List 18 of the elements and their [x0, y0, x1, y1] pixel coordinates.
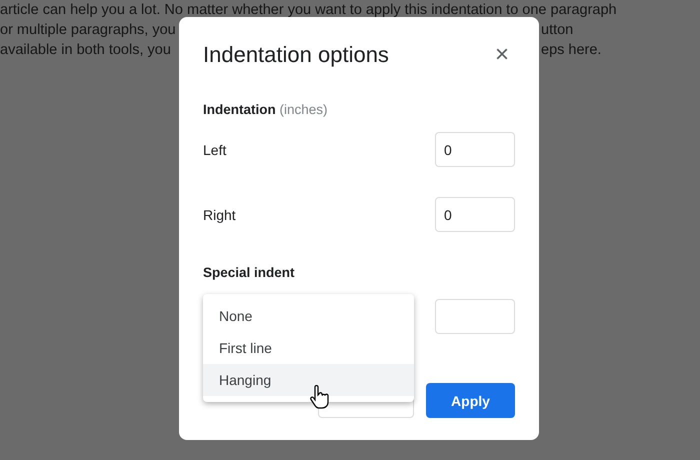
menu-item[interactable]: Hanging [203, 364, 414, 396]
body-text: article can help you a lot. No matter whether you want to apply this indentation to one paragraph [0, 1, 617, 20]
menu-item[interactable]: None [203, 300, 414, 332]
section-label: Special indent [203, 265, 296, 280]
menu-item[interactable]: First line [203, 332, 414, 364]
body-text: eps here. [541, 41, 602, 60]
section-label: Indentation (inches) [203, 102, 329, 117]
field-label: Right [203, 206, 236, 222]
input-field[interactable] [435, 299, 515, 334]
body-text: available in both tools, you [0, 41, 171, 60]
body-text: utton [541, 21, 574, 40]
body-text: or multiple paragraphs, you [0, 21, 176, 40]
dialog-title: Indentation options [203, 42, 389, 68]
input-field[interactable]: 0 [435, 197, 515, 232]
field-label: Left [203, 142, 226, 158]
close-button[interactable]: × [488, 43, 515, 67]
input-field[interactable]: 0 [435, 132, 515, 167]
apply-button[interactable]: Apply [426, 383, 515, 418]
